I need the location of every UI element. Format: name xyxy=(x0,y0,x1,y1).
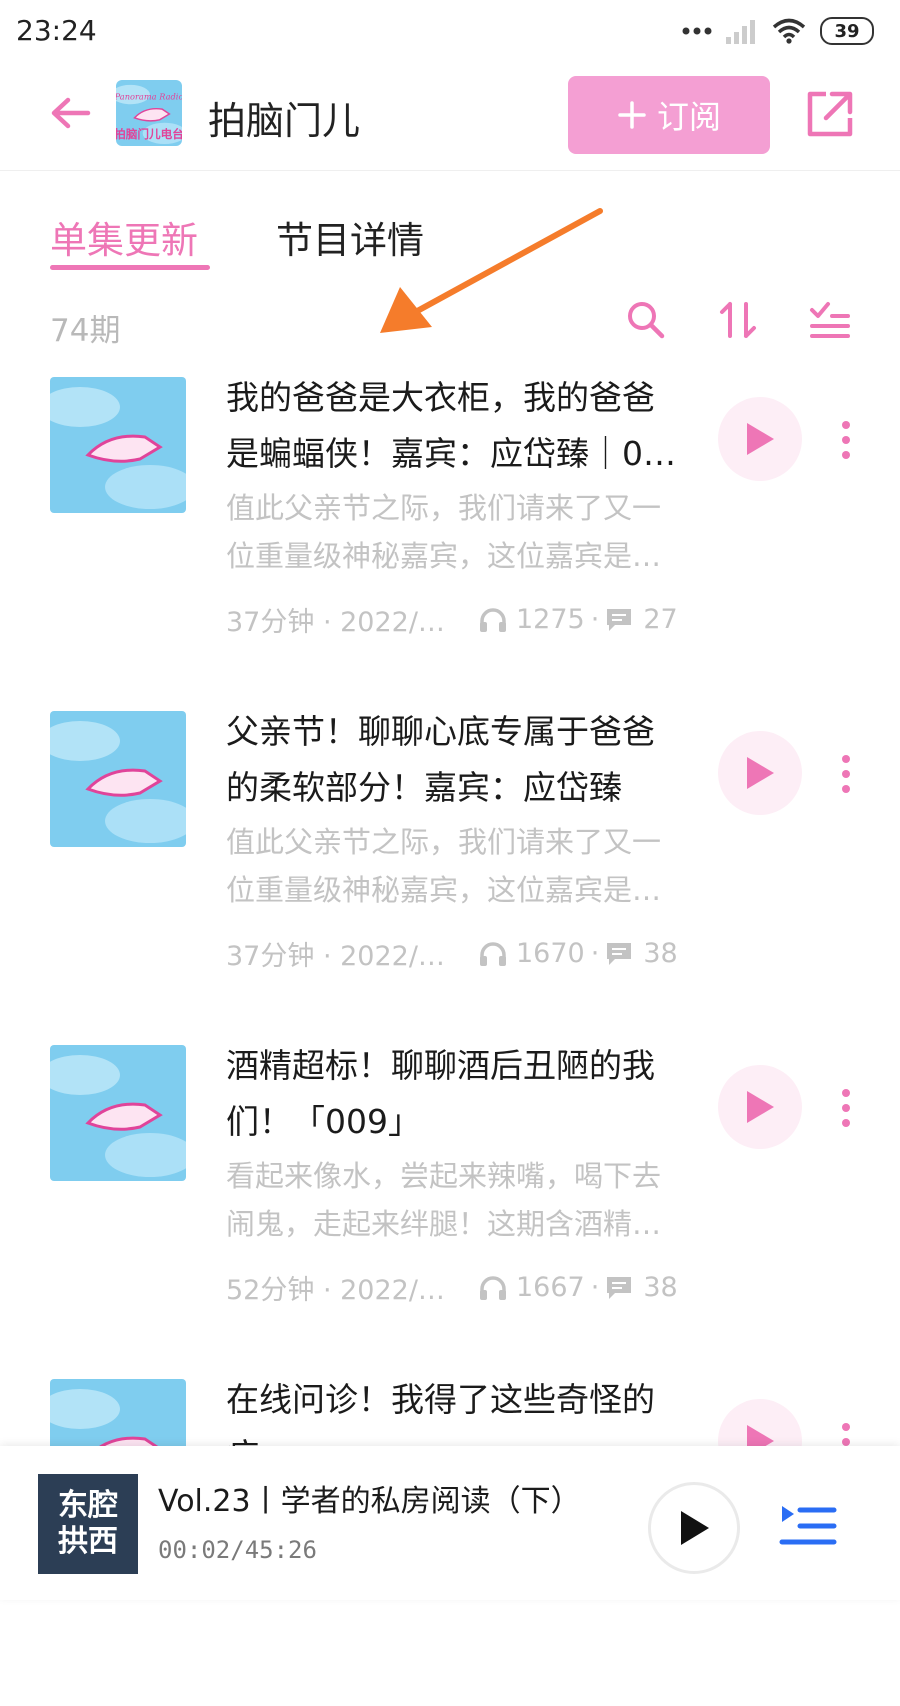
podcast-cover-art: Panorama Radio 拍脑门儿电台 xyxy=(116,80,182,146)
episode-duration-date: 37分钟 · 2022/06/19 xyxy=(226,941,458,972)
episode-title[interactable]: 我的爸爸是大衣柜，我的爸爸是蝙蝠侠！嘉宾：应岱臻｜010｜ xyxy=(226,370,686,482)
player-title: Vol.23丨学者的私房阅读（下） xyxy=(158,1484,581,1519)
headphones-icon xyxy=(480,607,506,632)
podcast-avatar[interactable]: Panorama Radio 拍脑门儿电台 xyxy=(116,80,182,146)
episode-description: 值此父亲节之际，我们请来了又一位重量级神秘嘉宾，这位嘉宾是… xyxy=(226,491,662,573)
episode-description: 值此父亲节之际，我们请来了又一位重量级神秘嘉宾，这位嘉宾是… xyxy=(226,825,662,907)
battery-indicator: 39 xyxy=(820,17,874,45)
player-cover-text: 东腔 拱西 xyxy=(58,1488,118,1559)
comment-icon xyxy=(607,942,632,965)
more-vertical-icon[interactable] xyxy=(836,754,856,794)
plus-icon xyxy=(618,101,646,129)
episode-cover-art xyxy=(50,1045,186,1181)
subscribe-button[interactable]: 订阅 xyxy=(568,76,770,154)
episode-play-count: 1667 xyxy=(516,1272,585,1303)
more-dots-icon xyxy=(682,27,712,35)
episode-duration-date: 52分钟 · 2022/06/12 xyxy=(226,1275,458,1306)
subscribe-label: 订阅 xyxy=(656,98,721,136)
signal-icon xyxy=(726,20,755,44)
svg-text:Panorama Radio: Panorama Radio xyxy=(116,91,182,101)
episode-play-button[interactable] xyxy=(718,731,802,815)
episode-play-count: 1670 xyxy=(516,938,585,969)
share-icon[interactable] xyxy=(802,86,858,142)
status-bar: 23:24 39 xyxy=(0,0,900,62)
status-time: 23:24 xyxy=(16,14,97,47)
episode-cover[interactable] xyxy=(50,1045,186,1181)
play-icon xyxy=(747,423,774,455)
episode-row[interactable]: 酒精超标！聊聊酒后丑陋的我们！「009」 看起来像水，尝起来辣嘴，喝下去闹鬼，走… xyxy=(0,1038,900,1372)
player-time: 00:02/45:26 xyxy=(158,1536,317,1564)
svg-text:拍脑门儿电台: 拍脑门儿电台 xyxy=(116,127,182,141)
player-cover[interactable]: 东腔 拱西 xyxy=(38,1474,138,1574)
episode-comment-count: 38 xyxy=(643,1272,678,1303)
header-bar: Panorama Radio 拍脑门儿电台 拍脑门儿 订阅 xyxy=(0,62,900,171)
more-vertical-icon[interactable] xyxy=(836,1088,856,1128)
episode-row[interactable]: 父亲节！聊聊心底专属于爸爸的柔软部分！嘉宾：应岱臻 值此父亲节之际，我们请来了又… xyxy=(0,704,900,1038)
headphones-icon xyxy=(480,1275,506,1300)
batch-select-icon[interactable] xyxy=(808,298,852,342)
episode-cover-art xyxy=(50,711,186,847)
mini-player[interactable]: 东腔 拱西 Vol.23丨学者的私房阅读（下） 00:02/45:26 xyxy=(0,1446,900,1600)
tab-episodes[interactable]: 单集更新 xyxy=(50,210,198,264)
headphones-icon xyxy=(480,941,506,966)
episode-count: 74期 xyxy=(50,313,121,349)
play-icon xyxy=(747,757,774,789)
search-icon[interactable] xyxy=(624,298,668,342)
sort-icon[interactable] xyxy=(716,298,760,342)
episode-title[interactable]: 父亲节！聊聊心底专属于爸爸的柔软部分！嘉宾：应岱臻 xyxy=(226,704,686,816)
player-play-button[interactable] xyxy=(648,1482,740,1574)
episode-play-count: 1275 xyxy=(516,604,585,635)
play-icon xyxy=(681,1511,709,1545)
tab-active-indicator xyxy=(50,265,210,270)
playlist-icon[interactable] xyxy=(778,1498,838,1554)
comment-icon xyxy=(607,608,632,631)
meta-separator: · xyxy=(590,604,600,635)
episode-cover[interactable] xyxy=(50,711,186,847)
status-icons: 39 xyxy=(682,14,874,48)
play-icon xyxy=(747,1091,774,1123)
episode-meta: 37分钟 · 2022/06/19 1275 · 27 xyxy=(226,600,696,639)
episode-description: 看起来像水，尝起来辣嘴，喝下去闹鬼，走起来绊腿！这期含酒精… xyxy=(226,1159,662,1241)
episode-duration-date: 37分钟 · 2022/06/19 xyxy=(226,607,458,638)
episode-play-button[interactable] xyxy=(718,1065,802,1149)
episode-play-button[interactable] xyxy=(718,397,802,481)
meta-separator: · xyxy=(590,1272,600,1303)
episode-cover[interactable] xyxy=(50,377,186,513)
episode-title[interactable]: 酒精超标！聊聊酒后丑陋的我们！「009」 xyxy=(226,1038,686,1150)
podcast-title: 拍脑门儿 xyxy=(208,99,361,143)
annotation-arrow-icon xyxy=(380,208,603,333)
meta-separator: · xyxy=(590,938,600,969)
episode-comment-count: 38 xyxy=(643,938,678,969)
episode-meta: 37分钟 · 2022/06/19 1670 · 38 xyxy=(226,934,696,973)
more-vertical-icon[interactable] xyxy=(836,420,856,460)
comment-icon xyxy=(607,1276,632,1299)
wifi-icon xyxy=(772,18,806,44)
episode-meta: 52分钟 · 2022/06/12 1667 · 38 xyxy=(226,1268,696,1307)
episode-row[interactable]: 我的爸爸是大衣柜，我的爸爸是蝙蝠侠！嘉宾：应岱臻｜010｜ 值此父亲节之际，我们… xyxy=(0,370,900,704)
episode-cover-art xyxy=(50,377,186,513)
episode-comment-count: 27 xyxy=(643,604,678,635)
back-arrow-icon[interactable] xyxy=(46,88,96,138)
